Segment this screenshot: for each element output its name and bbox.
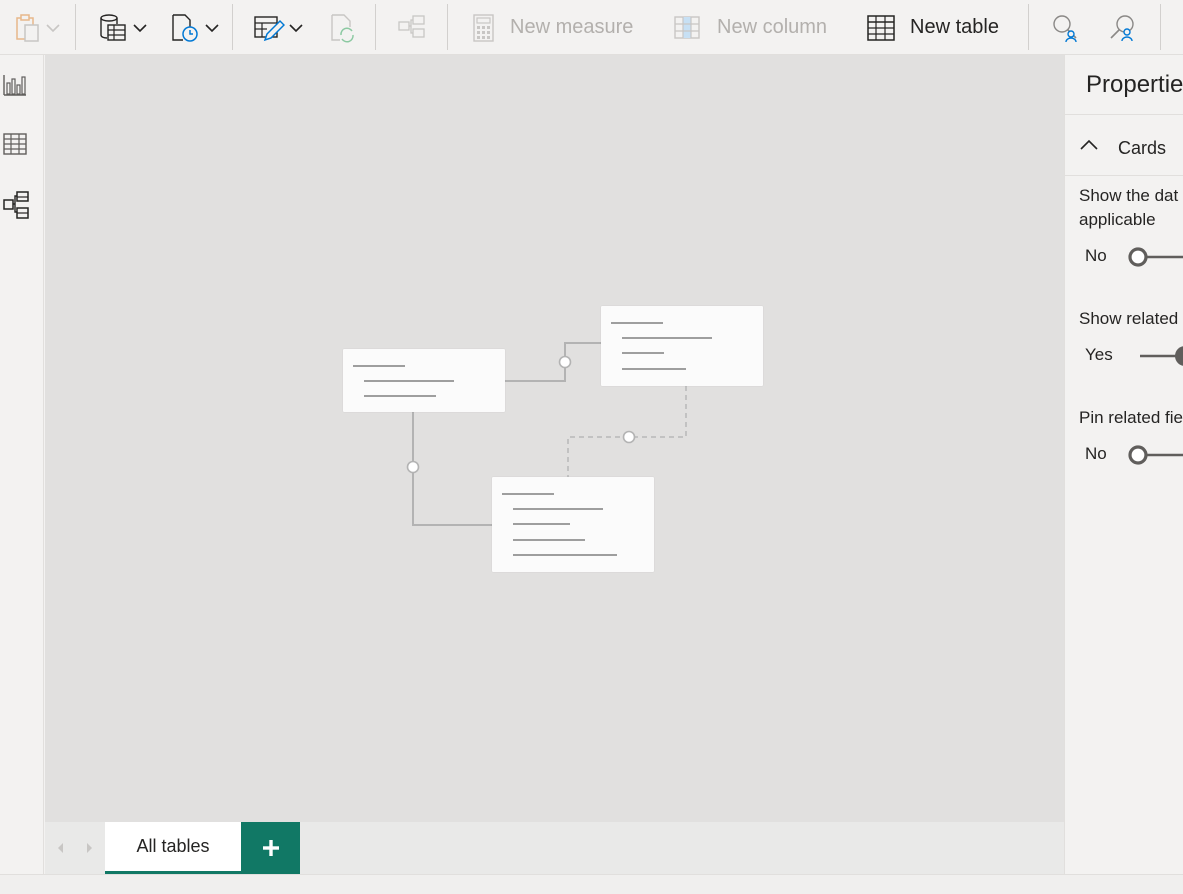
paste-button[interactable] [12, 0, 60, 55]
add-layout-button[interactable] [241, 822, 300, 874]
divider [1065, 175, 1183, 176]
table-icon [866, 14, 896, 42]
model-icon [2, 190, 30, 220]
manage-relationships-icon [397, 13, 427, 43]
new-measure-label: New measure [510, 16, 634, 38]
scroll-tabs-left-button[interactable] [53, 840, 67, 856]
show-related-toggle-row: Yes [1065, 341, 1183, 371]
new-table-label: New table [910, 16, 999, 38]
new-column-button[interactable]: New column [673, 0, 827, 55]
toolbar-separator [232, 4, 233, 50]
pin-related-toggle-row: No [1065, 440, 1183, 470]
tab-all-tables[interactable]: All tables [105, 822, 241, 874]
pin-related-value: No [1085, 444, 1107, 463]
get-data-button[interactable] [98, 0, 147, 55]
table-card[interactable] [492, 477, 654, 572]
chevron-down-icon [133, 23, 147, 33]
grid-icon [2, 131, 30, 157]
table-card[interactable] [601, 306, 763, 386]
show-related-toggle[interactable] [1140, 345, 1183, 367]
model-canvas[interactable] [45, 55, 1064, 822]
manage-roles-button[interactable] [1108, 0, 1138, 55]
toolbar-separator [375, 4, 376, 50]
ribbon-toolbar: New measure New column New table [0, 0, 1183, 55]
recent-sources-button[interactable] [170, 0, 219, 55]
refresh-button[interactable] [329, 0, 357, 55]
toolbar-separator [75, 4, 76, 50]
new-measure-button[interactable]: New measure [472, 0, 633, 55]
chevron-up-icon [1079, 139, 1099, 151]
refresh-icon [329, 13, 357, 43]
show-database-label-line1: Show the dat [1079, 186, 1179, 205]
relationship-lines [406, 342, 687, 526]
show-related-label: Show related [1079, 309, 1179, 328]
paste-icon [12, 13, 42, 43]
view-as-button[interactable] [1050, 0, 1080, 55]
toolbar-separator [1028, 4, 1029, 50]
show-database-toggle[interactable] [1127, 246, 1183, 268]
bar-chart-icon [2, 71, 30, 97]
tab-all-tables-label: All tables [136, 836, 210, 856]
data-view-button[interactable] [2, 131, 30, 159]
database-table-icon [98, 13, 128, 43]
scroll-tabs-right-button[interactable] [83, 840, 97, 856]
view-as-icon [1050, 13, 1080, 43]
new-table-button[interactable]: New table [866, 0, 999, 55]
show-database-label-line2: applicable [1079, 210, 1156, 229]
transform-data-icon [253, 13, 285, 43]
report-view-button[interactable] [2, 71, 30, 99]
recent-sources-icon [170, 13, 200, 43]
cards-section-label: Cards [1118, 138, 1167, 158]
manage-roles-icon [1108, 13, 1138, 43]
calculator-icon [472, 13, 496, 43]
show-database-toggle-row: No [1065, 242, 1183, 272]
chevron-right-icon [83, 840, 97, 856]
model-view-button[interactable] [2, 190, 30, 220]
cards-section-header[interactable]: Cards [1065, 115, 1183, 175]
show-database-value: No [1085, 246, 1107, 265]
properties-title: Propertie [1086, 71, 1183, 98]
toolbar-separator [447, 4, 448, 50]
plus-icon [261, 838, 281, 858]
chevron-down-icon [205, 23, 219, 33]
layout-tab-bar: All tables [45, 822, 1064, 874]
table-card[interactable] [343, 349, 505, 412]
pin-related-label: Pin related fie [1079, 408, 1183, 427]
new-column-label: New column [717, 16, 828, 38]
new-column-icon [673, 14, 701, 42]
chevron-left-icon [53, 840, 67, 856]
chevron-down-icon [289, 23, 303, 33]
show-related-value: Yes [1085, 345, 1113, 364]
pin-related-toggle[interactable] [1127, 444, 1183, 466]
properties-pane: Propertie Cards Show the dat applicable … [1064, 55, 1183, 875]
status-bar [0, 874, 1183, 894]
view-switcher-rail [0, 55, 44, 875]
chevron-down-icon [46, 23, 60, 33]
toolbar-separator [1160, 4, 1161, 50]
transform-data-button[interactable] [253, 0, 303, 55]
manage-relationships-button[interactable] [397, 0, 427, 55]
